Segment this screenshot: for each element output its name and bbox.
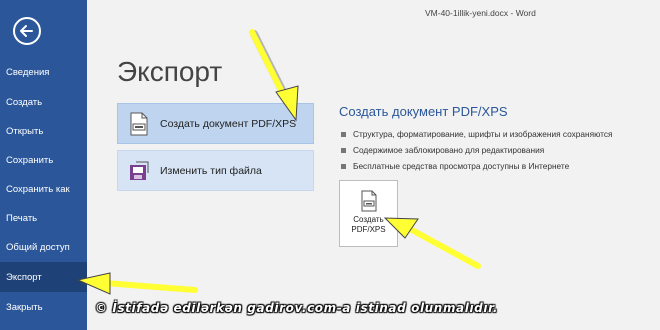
backstage-sidebar: Сведения Создать Открыть Сохранить Сохра… (0, 0, 87, 330)
bullet-square-icon (341, 163, 346, 169)
sidebar-item-new[interactable]: Создать (0, 87, 87, 117)
sidebar-item-label: Сохранить (6, 154, 54, 166)
pdf-document-icon (130, 112, 148, 135)
window-title: VM-40-1illik-yeni.docx - Word (425, 8, 536, 18)
change-file-type-option[interactable]: Изменить тип файла (117, 150, 314, 191)
sidebar-item-share[interactable]: Общий доступ (0, 232, 87, 262)
sidebar-item-label: Печать (6, 212, 38, 224)
page-title: Экспорт (117, 56, 223, 87)
sidebar-item-save[interactable]: Сохранить (0, 145, 87, 175)
sidebar-item-print[interactable]: Печать (0, 203, 87, 233)
back-button[interactable] (13, 17, 41, 45)
option-label: Создать документ PDF/XPS (160, 117, 297, 130)
sidebar-item-label: Создать (6, 96, 43, 108)
list-item: Структура, форматирование, шрифты и изоб… (341, 126, 612, 142)
sidebar-item-label: Сведения (6, 66, 50, 78)
list-item: Бесплатные средства просмотра доступны в… (341, 158, 612, 174)
option-label: Изменить тип файла (160, 164, 262, 177)
sidebar-item-open[interactable]: Открыть (0, 116, 87, 146)
bullet-square-icon (341, 147, 346, 153)
feature-list: Структура, форматирование, шрифты и изоб… (341, 126, 612, 174)
change-file-type-icon (130, 161, 149, 180)
sidebar-item-export[interactable]: Экспорт (0, 262, 87, 292)
create-button-label: Создать PDF/XPS (351, 215, 386, 234)
sidebar-item-label: Экспорт (6, 271, 42, 283)
sidebar-item-save-as[interactable]: Сохранить как (0, 174, 87, 204)
detail-title: Создать документ PDF/XPS (339, 104, 508, 119)
sidebar-item-info[interactable]: Сведения (0, 57, 87, 87)
sidebar-item-label: Общий доступ (6, 241, 70, 253)
sidebar-item-label: Открыть (6, 125, 44, 137)
pdf-document-icon (361, 190, 376, 212)
back-arrow-icon (20, 25, 33, 37)
bullet-square-icon (341, 131, 346, 137)
watermark-text: © İstifadə edilərkən gadirov.com-a istin… (95, 301, 499, 315)
sidebar-item-label: Сохранить как (6, 183, 70, 195)
sidebar-item-close[interactable]: Закрыть (0, 292, 87, 322)
create-pdf-xps-button[interactable]: Создать PDF/XPS (339, 180, 398, 247)
list-item: Содержимое заблокировано для редактирова… (341, 142, 612, 158)
sidebar-item-label: Закрыть (6, 301, 43, 313)
create-pdf-xps-option[interactable]: Создать документ PDF/XPS (117, 103, 314, 144)
